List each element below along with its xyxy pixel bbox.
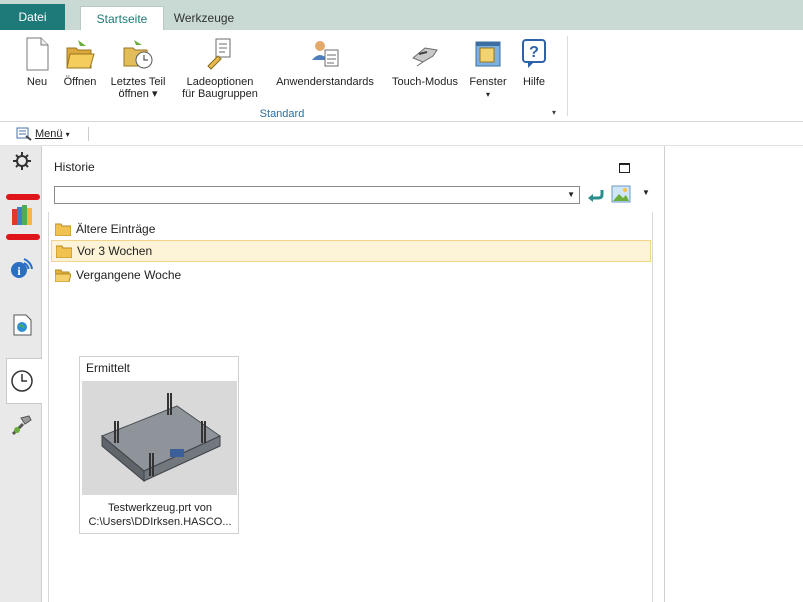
- help-icon: ?: [522, 39, 546, 68]
- open-button[interactable]: Öffnen: [58, 36, 102, 88]
- folder-icon: [55, 223, 71, 236]
- new-button[interactable]: Neu: [20, 36, 54, 88]
- history-filter-combobox[interactable]: ▼: [54, 186, 580, 204]
- recent-part-icon: [123, 40, 153, 69]
- user-defaults-icon: [312, 41, 339, 67]
- group-expand-icon[interactable]: ▾: [552, 108, 556, 117]
- svg-text:?: ?: [529, 44, 539, 61]
- dropdown-arrow-icon[interactable]: ▼: [567, 190, 575, 199]
- menu-button[interactable]: Menü ▾: [16, 126, 70, 142]
- annotation-mark-bottom: [6, 234, 40, 240]
- menu-bar: Menü ▾: [0, 122, 803, 146]
- window-button[interactable]: Fenster ▾: [466, 36, 510, 101]
- list-item[interactable]: Ältere Einträge: [51, 218, 651, 240]
- history-item-card[interactable]: Ermittelt Testwerkzeug.prt von C:\Users\…: [79, 356, 239, 534]
- tab-datei[interactable]: Datei: [0, 4, 65, 30]
- new-file-icon: [26, 37, 49, 71]
- panel-title: Historie: [54, 160, 95, 174]
- process-studio-icon[interactable]: [9, 412, 35, 438]
- ribbon-separator: [567, 36, 568, 116]
- web-browser-icon[interactable]: [9, 312, 35, 338]
- recent-part-button[interactable]: Letztes Teil öffnen ▾: [106, 36, 170, 100]
- list-item[interactable]: Vergangene Woche: [51, 264, 651, 286]
- user-defaults-button[interactable]: Anwenderstandards: [268, 36, 382, 88]
- open-folder-icon: [66, 40, 95, 69]
- resource-bar: i: [0, 146, 42, 602]
- ribbon-group-label: Standard: [259, 108, 305, 120]
- window-icon: [475, 41, 501, 67]
- ribbon-tab-bar: Datei Startseite Werkzeuge: [0, 0, 803, 30]
- menu-separator: [88, 127, 89, 141]
- info-icon[interactable]: i: [9, 254, 35, 280]
- card-caption: Testwerkzeug.prt von C:\Users\DDIrksen.H…: [88, 502, 232, 528]
- card-header: Ermittelt: [86, 361, 131, 375]
- open-folder-icon: [55, 269, 71, 282]
- tab-startseite[interactable]: Startseite: [80, 6, 164, 30]
- view-options-dropdown[interactable]: ▼: [642, 188, 650, 197]
- back-arrow-icon[interactable]: [585, 185, 605, 205]
- load-options-icon: [207, 38, 231, 70]
- folder-icon: [56, 245, 72, 258]
- settings-gear-icon[interactable]: [9, 148, 35, 174]
- touch-mode-icon: [412, 47, 438, 67]
- ribbon: Neu Öffnen Letztes Teil öffnen ▾ Ladeopt…: [0, 30, 803, 122]
- list-item[interactable]: Vor 3 Wochen: [51, 240, 651, 262]
- history-list: Ältere Einträge Vor 3 Wochen Vergangene …: [48, 212, 653, 602]
- menu-icon: [16, 127, 32, 141]
- thumbnail-view-icon[interactable]: [610, 183, 632, 205]
- graphics-window-border: [664, 146, 665, 602]
- load-options-button[interactable]: Ladeoptionen für Baugruppen: [176, 36, 264, 100]
- history-clock-icon[interactable]: [9, 368, 35, 394]
- help-button[interactable]: ? Hilfe: [516, 36, 552, 88]
- assembly-navigator-icon[interactable]: [9, 202, 35, 228]
- touch-mode-button[interactable]: Touch-Modus: [385, 36, 465, 88]
- tab-werkzeuge[interactable]: Werkzeuge: [164, 6, 244, 30]
- part-thumbnail: [82, 381, 237, 495]
- history-panel: Historie ▼ ▼ Ältere Einträge Vor 3 Woche…: [48, 148, 658, 602]
- annotation-mark-top: [6, 194, 40, 200]
- maximize-icon[interactable]: [619, 163, 630, 173]
